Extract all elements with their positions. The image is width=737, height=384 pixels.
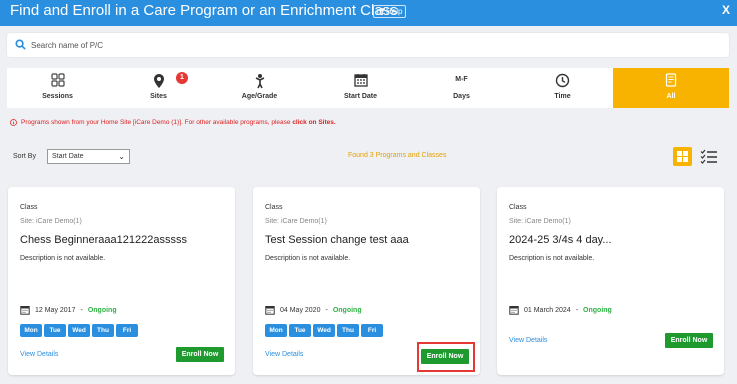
list-view-button[interactable] bbox=[700, 149, 718, 165]
filter-label: All bbox=[666, 93, 676, 100]
card-date-row: 12 May 2017 - Ongoing bbox=[20, 305, 117, 315]
program-card: Class Site: iCare Demo(1) Chess Beginner… bbox=[8, 187, 235, 375]
enroll-now-button[interactable]: Enroll Now bbox=[176, 347, 224, 362]
day-chip: Mon bbox=[265, 324, 287, 337]
chevron-down-icon: ⌄ bbox=[118, 152, 125, 161]
enroll-now-button[interactable]: Enroll Now bbox=[665, 333, 713, 348]
filter-age-grade[interactable]: Age/Grade bbox=[209, 68, 310, 108]
grid-view-icon bbox=[677, 151, 688, 162]
card-site: Site: iCare Demo(1) bbox=[20, 218, 82, 225]
day-chip: Wed bbox=[313, 324, 335, 337]
filter-label: Age/Grade bbox=[241, 93, 278, 100]
view-details-link[interactable]: View Details bbox=[265, 351, 303, 358]
filter-label: Days bbox=[453, 93, 470, 100]
card-type: Class bbox=[509, 204, 527, 211]
card-status: Ongoing bbox=[332, 306, 362, 314]
card-days: Mon Tue Wed Thu Fri bbox=[20, 324, 138, 337]
day-chip: Fri bbox=[116, 324, 138, 337]
filter-all[interactable]: All bbox=[613, 68, 729, 108]
view-details-link[interactable]: View Details bbox=[20, 351, 58, 358]
app-header: Find and Enroll in a Care Program or an … bbox=[0, 0, 737, 26]
grid-view-button[interactable] bbox=[673, 147, 692, 166]
card-type: Class bbox=[20, 204, 38, 211]
enroll-highlight-box bbox=[417, 342, 475, 372]
filter-start-date[interactable]: Start Date bbox=[310, 68, 411, 108]
child-icon bbox=[255, 74, 264, 89]
sort-value: Start Date bbox=[52, 153, 84, 160]
sort-by-label: Sort By bbox=[13, 153, 36, 160]
card-status: Ongoing bbox=[87, 306, 117, 314]
card-site: Site: iCare Demo(1) bbox=[265, 218, 327, 225]
filter-label: Start Date bbox=[343, 93, 378, 100]
document-icon bbox=[665, 73, 677, 87]
external-link-icon bbox=[377, 8, 384, 15]
filter-time[interactable]: Time bbox=[512, 68, 613, 108]
search-bar bbox=[7, 33, 729, 57]
calendar-icon bbox=[353, 74, 368, 87]
card-date-row: 04 May 2020 - Ongoing bbox=[265, 305, 362, 315]
grid-icon bbox=[50, 73, 65, 87]
close-button[interactable]: X bbox=[722, 3, 730, 17]
map-pin-icon bbox=[153, 74, 164, 88]
notice-text: Programs shown from your Home Site [iCar… bbox=[21, 119, 293, 126]
day-chip: Fri bbox=[361, 324, 383, 337]
sites-count-badge: 1 bbox=[176, 72, 188, 84]
day-chip: Wed bbox=[68, 324, 90, 337]
day-chip: Tue bbox=[44, 324, 66, 337]
card-description: Description is not available. bbox=[509, 255, 595, 262]
card-start-date: 01 March 2024 bbox=[524, 306, 571, 314]
card-title: Test Session change test aaa bbox=[265, 234, 409, 246]
sort-select[interactable]: Start Date ⌄ bbox=[47, 149, 130, 164]
home-site-notice: Programs shown from your Home Site [iCar… bbox=[10, 119, 336, 126]
filter-sessions[interactable]: Sessions bbox=[7, 68, 108, 108]
card-title: 2024-25 3/4s 4 day... bbox=[509, 234, 612, 246]
clock-icon bbox=[555, 73, 570, 88]
calendar-icon bbox=[265, 306, 275, 315]
day-chip: Thu bbox=[92, 324, 114, 337]
help-button[interactable]: Help bbox=[373, 5, 407, 18]
card-description: Description is not available. bbox=[20, 255, 106, 262]
filter-days[interactable]: M-F Days bbox=[411, 68, 512, 108]
program-card: Class Site: iCare Demo(1) 2024-25 3/4s 4… bbox=[497, 187, 724, 375]
checklist-icon bbox=[700, 149, 717, 164]
search-icon bbox=[15, 39, 26, 50]
filter-sites[interactable]: 1 Sites bbox=[108, 68, 209, 108]
day-chip: Thu bbox=[337, 324, 359, 337]
card-date-row: 01 March 2024 - Ongoing bbox=[509, 305, 612, 315]
weekdays-icon: M-F bbox=[455, 76, 468, 83]
day-chip: Tue bbox=[289, 324, 311, 337]
card-start-date: 04 May 2020 bbox=[280, 306, 321, 314]
view-details-link[interactable]: View Details bbox=[509, 337, 547, 344]
calendar-icon bbox=[509, 306, 519, 315]
card-title: Chess Beginneraaa121222asssss bbox=[20, 234, 187, 246]
sites-link[interactable]: click on Sites. bbox=[292, 119, 335, 126]
filter-label: Time bbox=[554, 93, 571, 100]
card-type: Class bbox=[265, 204, 283, 211]
filter-label: Sessions bbox=[42, 93, 73, 100]
day-chip: Mon bbox=[20, 324, 42, 337]
help-label: Help bbox=[386, 7, 403, 16]
calendar-icon bbox=[20, 306, 30, 315]
search-input[interactable] bbox=[31, 36, 711, 54]
page-title: Find and Enroll in a Care Program or an … bbox=[10, 2, 398, 19]
filter-label: Sites bbox=[150, 93, 167, 100]
results-count: Found 3 Programs and Classes bbox=[348, 152, 447, 159]
info-icon bbox=[10, 119, 17, 126]
card-start-date: 12 May 2017 bbox=[35, 306, 76, 314]
card-site: Site: iCare Demo(1) bbox=[509, 218, 571, 225]
card-days: Mon Tue Wed Thu Fri bbox=[265, 324, 383, 337]
filter-bar: Sessions 1 Sites Age/Grade Start Date M-… bbox=[7, 68, 729, 108]
card-status: Ongoing bbox=[583, 306, 612, 314]
card-description: Description is not available. bbox=[265, 255, 351, 262]
